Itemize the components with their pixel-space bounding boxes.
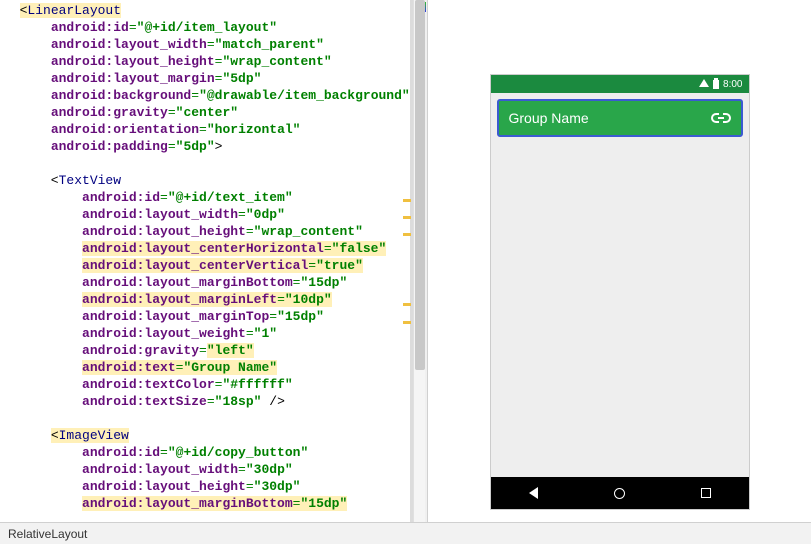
code-line[interactable]: android:layout_height="wrap_content" <box>4 223 410 240</box>
code-line[interactable]: android:layout_margin="5dp" <box>4 70 410 87</box>
breadcrumb: RelativeLayout <box>8 527 87 541</box>
device-navbar <box>491 477 749 509</box>
warning-stripe[interactable] <box>403 303 411 306</box>
code-line[interactable]: android:padding="5dp"> <box>4 138 410 155</box>
code-line[interactable]: android:orientation="horizontal" <box>4 121 410 138</box>
code-line[interactable]: android:text="Group Name" <box>4 359 410 376</box>
code-line[interactable] <box>4 155 410 172</box>
code-line[interactable]: android:layout_centerVertical="true" <box>4 257 410 274</box>
code-line[interactable]: android:textColor="#ffffff" <box>4 376 410 393</box>
code-line[interactable]: <LinearLayout <box>4 2 410 19</box>
code-line[interactable]: android:layout_marginBottom="15dp" <box>4 495 410 512</box>
code-line[interactable]: android:background="@drawable/item_backg… <box>4 87 410 104</box>
code-line[interactable]: android:id="@+id/copy_button" <box>4 444 410 461</box>
clock-text: 8:00 <box>723 79 742 90</box>
code-line[interactable]: android:layout_width="30dp" <box>4 461 410 478</box>
code-line[interactable]: android:textSize="18sp" /> <box>4 393 410 410</box>
code-line[interactable]: android:layout_marginLeft="10dp" <box>4 291 410 308</box>
code-line[interactable]: <TextView <box>4 172 410 189</box>
code-line[interactable]: android:layout_width="match_parent" <box>4 36 410 53</box>
layout-preview[interactable]: 8:00 Group Name <box>428 0 811 522</box>
code-line[interactable]: android:layout_width="0dp" <box>4 206 410 223</box>
nav-home-icon[interactable] <box>614 488 625 499</box>
group-card[interactable]: Group Name <box>497 99 743 137</box>
nav-back-icon[interactable] <box>529 487 538 499</box>
status-bar: RelativeLayout <box>0 522 811 544</box>
warning-stripe[interactable] <box>403 199 411 202</box>
wifi-icon <box>699 79 709 87</box>
warning-stripe[interactable] <box>403 233 411 236</box>
battery-icon <box>713 80 719 89</box>
code-line[interactable]: android:layout_height="30dp" <box>4 478 410 495</box>
editor-scrollbar[interactable] <box>413 0 425 522</box>
device-frame: 8:00 Group Name <box>490 74 750 510</box>
xml-editor[interactable]: <LinearLayout android:id="@+id/item_layo… <box>0 0 410 522</box>
device-content: Group Name <box>491 93 749 477</box>
nav-recent-icon[interactable] <box>701 488 711 498</box>
code-line[interactable]: android:layout_marginTop="15dp" <box>4 308 410 325</box>
code-line[interactable]: android:layout_weight="1" <box>4 325 410 342</box>
code-line[interactable]: <ImageView <box>4 427 410 444</box>
code-line[interactable]: android:layout_height="wrap_content" <box>4 53 410 70</box>
code-line[interactable]: android:layout_centerHorizontal="false" <box>4 240 410 257</box>
code-line[interactable]: android:id="@+id/text_item" <box>4 189 410 206</box>
code-line[interactable]: android:gravity="left" <box>4 342 410 359</box>
code-line[interactable]: android:id="@+id/item_layout" <box>4 19 410 36</box>
scrollbar-thumb[interactable] <box>415 0 425 370</box>
group-name-label: Group Name <box>509 110 589 126</box>
code-line[interactable]: android:layout_marginBottom="15dp" <box>4 274 410 291</box>
warning-stripe[interactable] <box>403 321 411 324</box>
code-line[interactable]: android:gravity="center" <box>4 104 410 121</box>
link-icon <box>711 112 731 124</box>
code-line[interactable] <box>4 410 410 427</box>
warning-stripe[interactable] <box>403 216 411 219</box>
device-statusbar: 8:00 <box>491 75 749 93</box>
